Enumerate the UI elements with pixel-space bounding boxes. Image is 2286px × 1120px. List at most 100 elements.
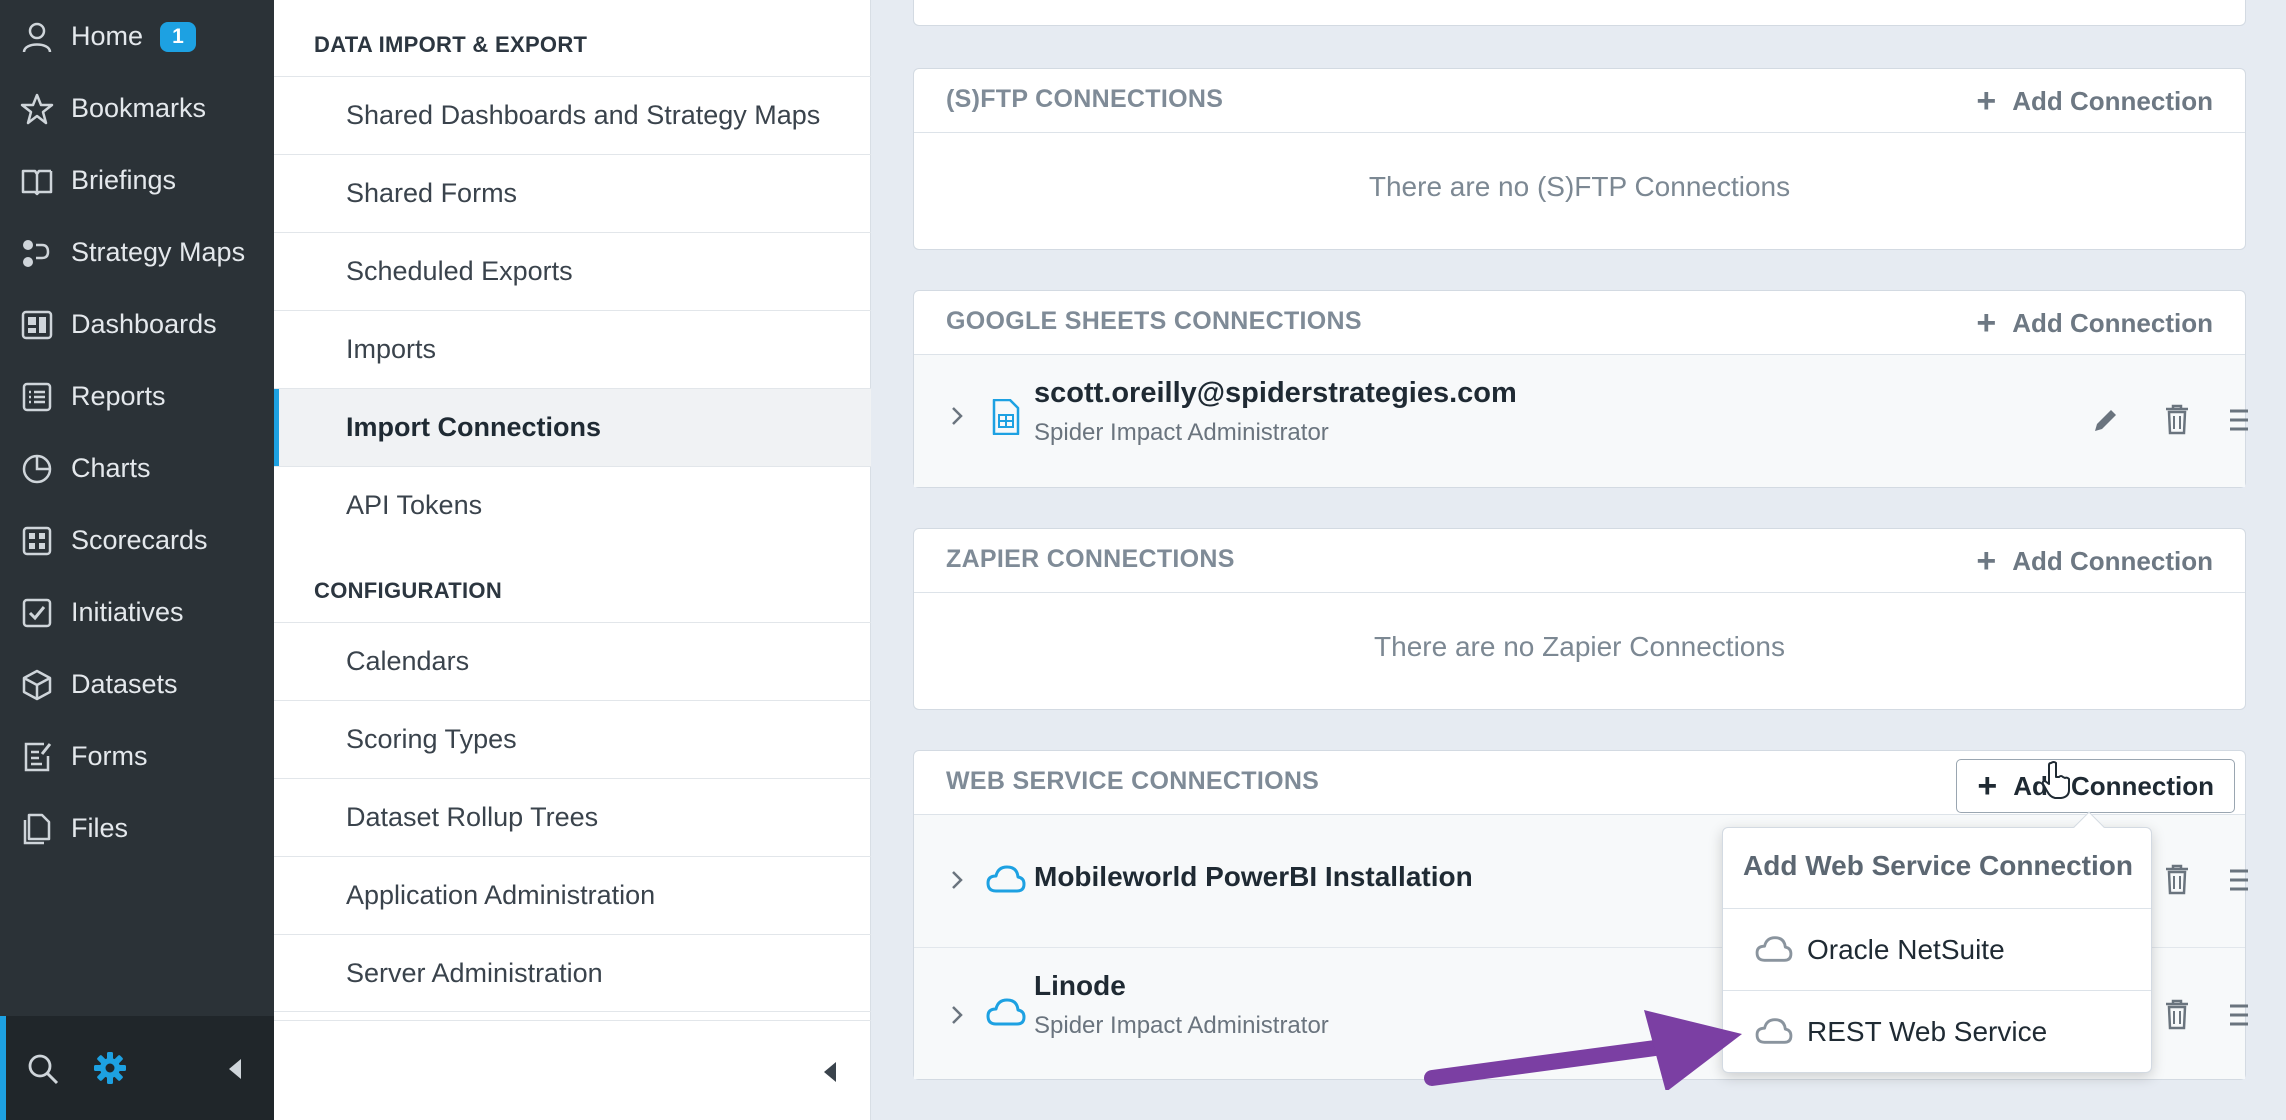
dropdown-title: Add Web Service Connection <box>1743 850 2133 881</box>
nav-label-datasets: Datasets <box>71 668 178 699</box>
add-connection-label: Add Connection <box>2012 545 2213 576</box>
drag-handle-icon[interactable] <box>2230 1000 2248 1032</box>
file-icon <box>23 813 51 845</box>
connection-name: Mobileworld PowerBI Installation <box>1034 861 1473 892</box>
nav-item-dashboards[interactable]: Dashboards <box>0 288 274 360</box>
sftp-connections-panel: (S)FTP CONNECTIONS + Add Connection There… <box>913 68 2246 250</box>
cloud-icon <box>1755 1018 1793 1044</box>
nav-label-dashboards: Dashboards <box>71 308 217 339</box>
pie-chart-icon <box>22 454 52 484</box>
report-icon <box>22 382 52 412</box>
menu-item-calendars[interactable]: Calendars <box>274 622 871 700</box>
chevron-right-icon[interactable] <box>950 405 964 427</box>
trash-icon[interactable] <box>2162 403 2192 435</box>
add-connection-button[interactable]: + Add Connection <box>1976 303 2213 343</box>
plus-icon: + <box>1977 767 1998 805</box>
nav-item-charts[interactable]: Charts <box>0 432 274 504</box>
search-icon[interactable] <box>26 1052 60 1086</box>
annotation-arrow <box>1424 1010 1742 1090</box>
add-connection-button[interactable]: + Add Connection <box>1976 541 2213 581</box>
nav-footer <box>0 1016 274 1120</box>
nav-item-forms[interactable]: Forms <box>0 720 274 792</box>
trash-icon[interactable] <box>2162 998 2192 1030</box>
collapse-menu-icon[interactable] <box>822 1060 842 1084</box>
connection-name: Linode <box>1034 970 1126 1001</box>
cloud-icon <box>986 865 1026 893</box>
notification-badge: 1 <box>160 22 196 52</box>
add-connection-button[interactable]: + Add Connection <box>1976 81 2213 121</box>
add-connection-button[interactable]: + Add Connection <box>1956 759 2235 813</box>
menu-item-server-administration[interactable]: Server Administration <box>274 934 871 1012</box>
cube-icon <box>22 669 52 701</box>
chevron-right-icon[interactable] <box>950 869 964 891</box>
cloud-icon <box>1755 936 1793 962</box>
scorecard-icon <box>22 526 52 556</box>
option-rest-web-service[interactable]: REST Web Service <box>1723 990 2151 1072</box>
add-connection-label: Add Connection <box>2012 307 2213 338</box>
nav-item-scorecards[interactable]: Scorecards <box>0 504 274 576</box>
nav-item-briefings[interactable]: Briefings <box>0 144 274 216</box>
active-indicator <box>0 1016 6 1120</box>
menu-item-dataset-rollup-trees[interactable]: Dataset Rollup Trees <box>274 778 871 856</box>
drag-handle-icon[interactable] <box>2230 865 2248 897</box>
chevron-right-icon[interactable] <box>950 1004 964 1026</box>
nav-item-initiatives[interactable]: Initiatives <box>0 576 274 648</box>
nav-item-files[interactable]: Files <box>0 792 274 864</box>
nav-label-strategy-maps: Strategy Maps <box>71 236 246 267</box>
option-label: REST Web Service <box>1807 1015 2048 1047</box>
nav-item-datasets[interactable]: Datasets <box>0 648 274 720</box>
nav-label-bookmarks: Bookmarks <box>71 92 207 123</box>
panel-title: WEB SERVICE CONNECTIONS <box>946 767 1320 795</box>
menu-item-scoring-types[interactable]: Scoring Types <box>274 700 871 778</box>
dashboard-icon <box>21 310 53 340</box>
nav-item-bookmarks[interactable]: Bookmarks <box>0 72 274 144</box>
main-nav: Home 1 Bookmarks Briefings Strategy Maps… <box>0 0 274 1120</box>
nav-label-briefings: Briefings <box>71 164 177 195</box>
menu-item-scheduled-exports[interactable]: Scheduled Exports <box>274 232 871 310</box>
cloud-icon <box>986 998 1026 1026</box>
menu-item-application-administration[interactable]: Application Administration <box>274 856 871 934</box>
menu-item-shared-forms[interactable]: Shared Forms <box>274 154 871 232</box>
user-icon <box>22 22 52 53</box>
menu-item-imports[interactable]: Imports <box>274 310 871 388</box>
drag-handle-icon[interactable] <box>2230 405 2248 437</box>
gear-icon[interactable] <box>92 1050 128 1086</box>
nav-label-initiatives: Initiatives <box>71 596 184 627</box>
plus-icon: + <box>1976 542 1997 580</box>
zapier-connections-panel: ZAPIER CONNECTIONS + Add Connection There… <box>913 528 2246 710</box>
nav-label-home: Home <box>71 20 144 51</box>
panel-header: ZAPIER CONNECTIONS + Add Connection <box>914 529 2245 593</box>
menu-item-import-connections[interactable]: Import Connections <box>274 388 871 466</box>
settings-menu: DATA IMPORT & EXPORT Shared Dashboards a… <box>274 0 871 1120</box>
nav-label-charts: Charts <box>71 452 151 483</box>
plus-icon: + <box>1976 304 1997 342</box>
menu-item-api-tokens[interactable]: API Tokens <box>274 466 871 544</box>
empty-message: There are no (S)FTP Connections <box>1368 171 1791 202</box>
strategy-map-icon <box>23 240 50 267</box>
panel-title: ZAPIER CONNECTIONS <box>946 545 1235 573</box>
nav-label-reports: Reports <box>71 380 166 411</box>
google-sheets-connections-panel: GOOGLE SHEETS CONNECTIONS + Add Connectio… <box>913 290 2248 488</box>
nav-item-strategy-maps[interactable]: Strategy Maps <box>0 216 274 288</box>
connection-name: scott.oreilly@spiderstrategies.com <box>1034 377 1517 409</box>
hand-cursor-icon <box>2041 761 2070 799</box>
menu-footer <box>274 1020 871 1120</box>
connection-owner: Spider Impact Administrator <box>1034 419 1329 446</box>
panel-title: GOOGLE SHEETS CONNECTIONS <box>946 307 1362 335</box>
collapse-nav-icon[interactable] <box>228 1058 242 1080</box>
form-icon <box>24 742 52 772</box>
panel-title: (S)FTP CONNECTIONS <box>946 85 1224 113</box>
nav-label-forms: Forms <box>71 740 148 771</box>
trash-icon[interactable] <box>2162 863 2192 895</box>
panel-header: GOOGLE SHEETS CONNECTIONS + Add Connectio… <box>914 291 2245 355</box>
option-oracle-netsuite[interactable]: Oracle NetSuite <box>1723 908 2151 990</box>
section-header-configuration: CONFIGURATION <box>314 578 503 603</box>
edit-icon[interactable] <box>2090 405 2120 437</box>
connection-row[interactable]: scott.oreilly@spiderstrategies.com Spide… <box>914 355 2248 487</box>
nav-label-files: Files <box>71 812 129 843</box>
panel-header: (S)FTP CONNECTIONS + Add Connection <box>914 69 2245 133</box>
menu-item-shared-dashboards[interactable]: Shared Dashboards and Strategy Maps <box>274 76 871 154</box>
empty-message: There are no Zapier Connections <box>1374 631 1785 662</box>
nav-item-reports[interactable]: Reports <box>0 360 274 432</box>
nav-item-home[interactable]: Home 1 <box>0 0 274 72</box>
